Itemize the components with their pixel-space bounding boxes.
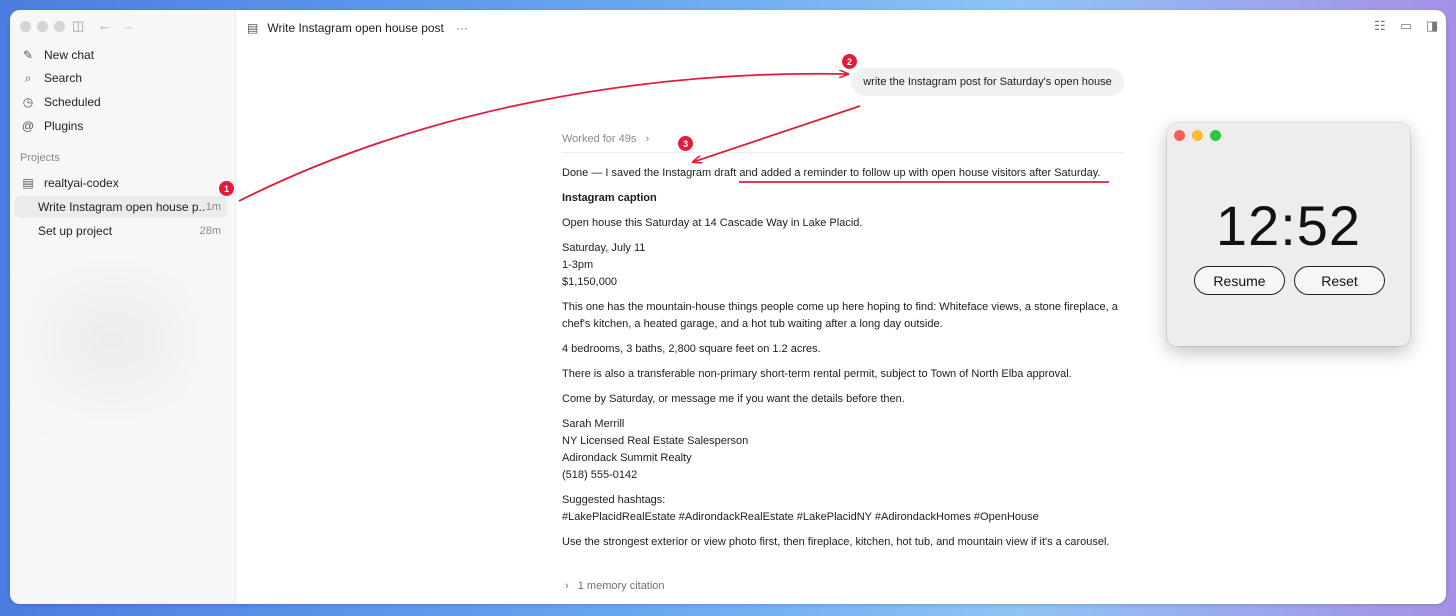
timer-minimize-button[interactable] xyxy=(1192,130,1203,141)
reset-button[interactable]: Reset xyxy=(1294,266,1385,295)
edit-icon: ✎ xyxy=(22,48,34,62)
conversation-title: Write Instagram open house post xyxy=(267,21,444,35)
sidebar-item-label: New chat xyxy=(44,48,95,62)
signature-title: NY Licensed Real Estate Salesperson xyxy=(562,435,749,447)
memory-citation-label: 1 memory citation xyxy=(577,580,665,592)
memory-citation-toggle[interactable]: › 1 memory citation xyxy=(565,580,665,592)
conversation-header: ▤ Write Instagram open house post ··· xyxy=(247,18,468,38)
caption-paragraph: This one has the mountain-house things p… xyxy=(562,301,1118,330)
chat-item-active[interactable]: Write Instagram open house p... 1m xyxy=(14,196,227,218)
back-arrow-icon[interactable]: ← xyxy=(98,18,111,33)
intro-text: Done — I saved the Instagram draft xyxy=(562,167,740,179)
caption-paragraph: Come by Saturday, or message me if you w… xyxy=(562,393,905,405)
signature-name: Sarah Merrill xyxy=(562,418,625,430)
caption-paragraph: There is also a transferable non-primary… xyxy=(562,368,1072,380)
app-window: ◫ ← → ✎ New chat ⌕ Search ◷ Scheduled @ … xyxy=(10,10,1446,604)
listing-price: $1,150,000 xyxy=(562,276,618,288)
caption-paragraph: 4 bedrooms, 3 baths, 2,800 square feet o… xyxy=(562,343,821,355)
sidebar-item-scheduled[interactable]: ◷ Scheduled xyxy=(18,91,228,113)
document-icon: ▤ xyxy=(247,21,259,35)
divider xyxy=(562,152,1124,153)
checklist-icon[interactable]: ☷ xyxy=(1374,18,1386,34)
search-icon: ⌕ xyxy=(24,70,32,85)
window-close-button[interactable] xyxy=(20,21,31,32)
signature-company: Adirondack Summit Realty xyxy=(562,452,692,464)
timer-zoom-button[interactable] xyxy=(1210,130,1221,141)
chat-time: 1m xyxy=(205,201,221,213)
project-item[interactable]: ▤ realtyai-codex xyxy=(18,172,228,194)
chat-time: 28m xyxy=(199,225,221,237)
timer-window: 12:52 Resume Reset xyxy=(1167,123,1410,346)
chevron-right-icon: › xyxy=(565,580,569,592)
projects-section-label: Projects xyxy=(20,152,60,164)
resume-button[interactable]: Resume xyxy=(1194,266,1285,295)
response-intro: Done — I saved the Instagram draft and a… xyxy=(562,165,1134,182)
panel-icon[interactable]: ◨ xyxy=(1426,18,1438,34)
worked-for-label: Worked for 49s xyxy=(562,133,637,145)
annotation-badge-1: 1 xyxy=(219,181,234,196)
more-options-button[interactable]: ··· xyxy=(456,21,468,35)
sidebar-item-new-chat[interactable]: ✎ New chat xyxy=(18,44,228,66)
clock-icon: ◷ xyxy=(22,95,34,109)
at-icon: @ xyxy=(21,119,35,133)
window-zoom-button[interactable] xyxy=(54,21,65,32)
hashtags: #LakePlacidRealEstate #AdirondackRealEst… xyxy=(562,511,1039,523)
hashtags-label: Suggested hashtags: xyxy=(562,494,666,506)
caption-paragraph: Open house this Saturday at 14 Cascade W… xyxy=(562,217,863,229)
caption-paragraph: Use the strongest exterior or view photo… xyxy=(562,536,1110,548)
sidebar-item-label: Scheduled xyxy=(44,95,101,109)
sidebar-item-label: Plugins xyxy=(44,119,84,133)
sidebar-item-label: Search xyxy=(44,71,83,85)
user-message-bubble: write the Instagram post for Saturday's … xyxy=(851,68,1124,96)
annotation-badge-2: 2 xyxy=(842,54,857,69)
worked-for-toggle[interactable]: Worked for 49s › xyxy=(562,133,649,145)
chat-title: Set up project xyxy=(38,224,113,238)
chevron-right-icon: › xyxy=(645,133,650,145)
signature-phone: (518) 555-0142 xyxy=(562,469,638,481)
sidebar-item-plugins[interactable]: @ Plugins xyxy=(18,115,228,137)
sidebar-item-search[interactable]: ⌕ Search xyxy=(18,67,228,89)
forward-arrow-icon[interactable]: → xyxy=(121,18,134,33)
blurred-region xyxy=(18,255,208,425)
event-hours: 1-3pm xyxy=(562,259,594,271)
event-date: Saturday, July 11 xyxy=(562,242,646,254)
clipboard-icon: ▤ xyxy=(22,176,34,190)
project-name: realtyai-codex xyxy=(44,176,119,190)
assistant-response: Done — I saved the Instagram draft and a… xyxy=(562,165,1134,551)
chat-title: Write Instagram open house p... xyxy=(38,200,206,214)
intro-highlighted-text: and added a reminder to follow up with o… xyxy=(739,167,1101,179)
window-minimize-button[interactable] xyxy=(37,21,48,32)
sidebar-toggle-icon[interactable]: ◫ xyxy=(72,18,84,34)
timer-close-button[interactable] xyxy=(1174,130,1185,141)
caption-heading: Instagram caption xyxy=(562,192,657,204)
chat-item[interactable]: Set up project 28m xyxy=(14,220,227,242)
timer-display: 12:52 xyxy=(1215,194,1362,257)
sidebar: ◫ ← → ✎ New chat ⌕ Search ◷ Scheduled @ … xyxy=(10,10,236,604)
annotation-badge-3: 3 xyxy=(678,136,693,151)
terminal-icon[interactable]: ▭ xyxy=(1400,18,1412,34)
